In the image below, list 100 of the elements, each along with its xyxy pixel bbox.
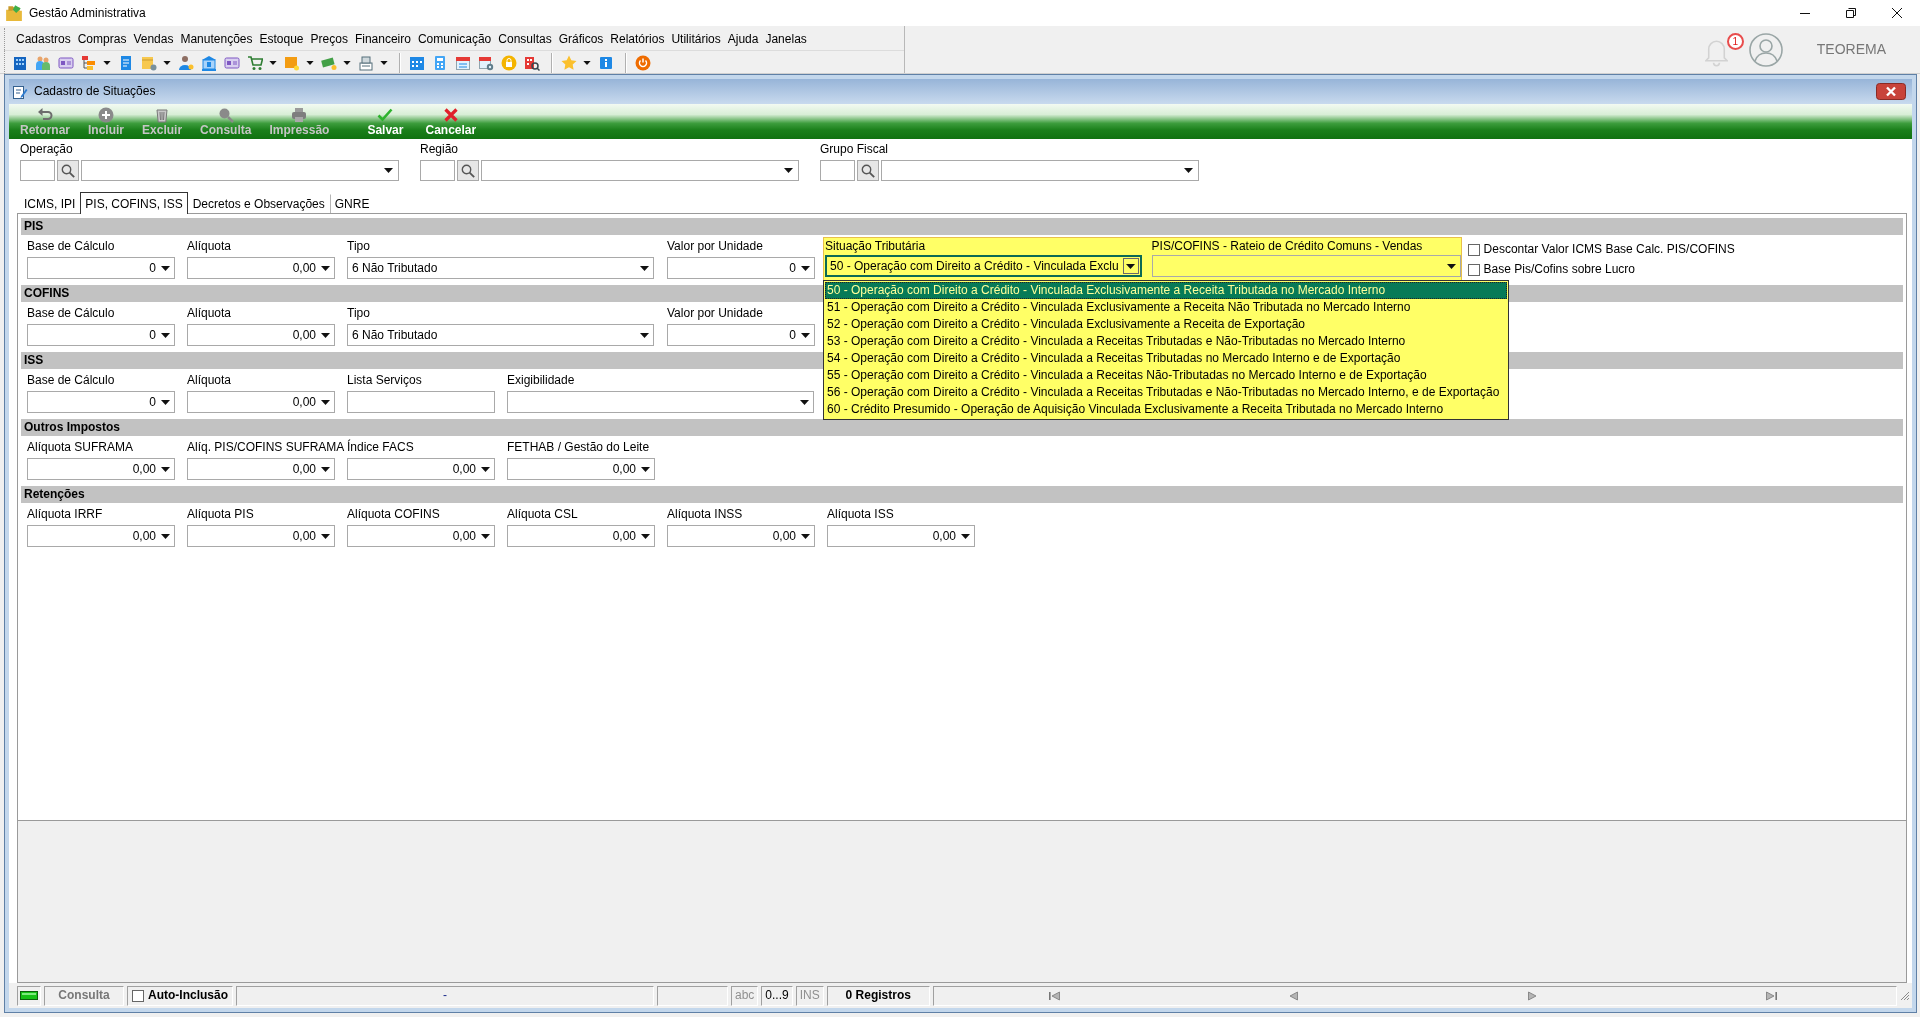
combo-box[interactable]: 50 - Operação com Direito a Crédito - Vinculada Exclu xyxy=(825,255,1142,277)
text-field[interactable] xyxy=(347,391,495,413)
menu-item[interactable]: Gráficos xyxy=(555,31,607,47)
menu-item[interactable]: Estoque xyxy=(256,31,307,47)
caret-icon[interactable] xyxy=(384,168,393,173)
number-field[interactable]: 0,00 xyxy=(667,525,815,547)
caret-icon[interactable] xyxy=(321,533,330,539)
number-field[interactable]: 0,00 xyxy=(827,525,975,547)
restore-icon[interactable] xyxy=(1846,8,1856,18)
building-icon[interactable] xyxy=(12,54,28,71)
number-field[interactable]: 0,00 xyxy=(347,458,495,480)
number-field[interactable]: 0,00 xyxy=(507,525,655,547)
caret-icon[interactable] xyxy=(163,60,171,65)
menu-item[interactable]: Manutenções xyxy=(177,31,256,47)
menu-item[interactable]: Janelas xyxy=(762,31,810,47)
number-field[interactable]: 0 xyxy=(667,324,815,346)
number-field[interactable]: 0,00 xyxy=(347,525,495,547)
caret-icon[interactable] xyxy=(801,533,810,539)
tab[interactable]: Decretos e Observações xyxy=(187,194,330,213)
code-field[interactable] xyxy=(820,160,855,181)
caret-icon[interactable] xyxy=(321,332,330,338)
number-field[interactable]: 0 xyxy=(667,257,815,279)
checkbox[interactable] xyxy=(1467,243,1480,256)
package-icon[interactable] xyxy=(141,54,157,71)
number-field[interactable]: 0,00 xyxy=(187,391,335,413)
dropdown-option[interactable]: 56 - Operação com Direito a Crédito - Vinculada a Receitas Tributadas e Não-Tributadas no Mercado Interno, e de Exportação xyxy=(825,384,1507,401)
caret-icon[interactable] xyxy=(801,332,810,338)
caret-icon[interactable] xyxy=(161,332,170,338)
number-field[interactable]: 0,00 xyxy=(27,525,175,547)
code-field[interactable] xyxy=(420,160,455,181)
caret-icon[interactable] xyxy=(380,60,388,65)
caret-icon[interactable] xyxy=(583,60,591,65)
caret-icon[interactable] xyxy=(961,533,970,539)
number-field[interactable]: 0,00 xyxy=(507,458,655,480)
menu-item[interactable]: Cadastros xyxy=(13,31,74,47)
caret-icon[interactable] xyxy=(321,399,330,405)
number-field[interactable]: 0,00 xyxy=(187,324,335,346)
number-field[interactable]: 0,00 xyxy=(187,525,335,547)
card-icon[interactable] xyxy=(58,54,74,71)
check-icon[interactable] xyxy=(377,107,394,123)
org-chart-icon[interactable] xyxy=(81,54,97,71)
menu-item[interactable]: Financeiro xyxy=(351,31,414,47)
caret-icon[interactable] xyxy=(481,533,490,539)
checkbox[interactable] xyxy=(1467,263,1480,276)
caret-icon[interactable] xyxy=(161,265,170,271)
caret-icon[interactable] xyxy=(269,60,277,65)
caret-icon[interactable] xyxy=(784,168,793,173)
calendar-icon[interactable] xyxy=(409,54,425,71)
building-search-icon[interactable] xyxy=(524,54,540,71)
skip-left-icon[interactable] xyxy=(1048,990,1060,1001)
cross-icon[interactable] xyxy=(442,107,459,123)
resize-grip-icon[interactable] xyxy=(1900,990,1910,1001)
tab[interactable]: ICMS, IPI xyxy=(19,194,81,213)
combo-box[interactable]: 6 Não Tributado xyxy=(347,324,654,346)
calculator-icon[interactable] xyxy=(432,54,448,71)
caret-icon[interactable] xyxy=(1126,263,1136,269)
caret-icon[interactable] xyxy=(641,466,650,472)
menu-item[interactable]: Ajuda xyxy=(724,31,762,47)
triangle-right-icon[interactable] xyxy=(1527,990,1537,1001)
caret-icon[interactable] xyxy=(103,60,111,65)
card-icon[interactable] xyxy=(224,54,240,71)
dropdown-option[interactable]: 55 - Operação com Direito a Crédito - Vinculada a Receitas Não-Tributadas no Mercado Interno e de Exportação xyxy=(825,367,1507,384)
menu-item[interactable]: Consultas xyxy=(495,31,555,47)
close-icon[interactable] xyxy=(1892,8,1902,18)
dropdown-option[interactable]: 51 - Operação com Direito a Crédito - Vinculada Exclusivamente a Receita Não Tributada no Mercado Interno xyxy=(825,299,1507,316)
dropdown-option[interactable]: 53 - Operação com Direito a Crédito - Vinculada a Receitas Tributadas e Não-Tributadas no Mercado Interno xyxy=(825,333,1507,350)
triangle-left-icon[interactable] xyxy=(1289,990,1299,1001)
caret-icon[interactable] xyxy=(801,265,810,271)
number-field[interactable]: 0,00 xyxy=(187,458,335,480)
caret-icon[interactable] xyxy=(1184,168,1193,173)
menu-item[interactable]: Relatórios xyxy=(607,31,668,47)
minimize-icon[interactable] xyxy=(1800,12,1810,14)
info-icon[interactable] xyxy=(598,54,614,71)
bank-icon[interactable] xyxy=(201,54,217,71)
skip-right-icon[interactable] xyxy=(1766,990,1778,1001)
caret-icon[interactable] xyxy=(343,60,351,65)
star-icon[interactable] xyxy=(561,54,577,71)
caret-icon[interactable] xyxy=(640,265,649,271)
menu-item[interactable]: Comunicação xyxy=(414,31,495,47)
number-field[interactable]: 0,00 xyxy=(27,458,175,480)
tab[interactable]: GNRE xyxy=(329,194,375,213)
menu-item[interactable]: Utilitários xyxy=(668,31,724,47)
caret-icon[interactable] xyxy=(800,399,809,405)
person-coin-icon[interactable] xyxy=(178,54,194,71)
menu-item[interactable]: Compras xyxy=(74,31,130,47)
cancel-button[interactable]: Cancelar xyxy=(416,107,486,138)
cash-register-icon[interactable] xyxy=(358,54,374,71)
combo-box[interactable]: 6 Não Tributado xyxy=(347,257,654,279)
caret-icon[interactable] xyxy=(306,60,314,65)
caret-icon[interactable] xyxy=(321,466,330,472)
save-button[interactable]: Salvar xyxy=(358,107,413,138)
checkbox[interactable] xyxy=(132,989,144,1002)
power-icon[interactable] xyxy=(635,54,651,71)
number-field[interactable]: 0 xyxy=(27,324,175,346)
calendar-icon[interactable] xyxy=(455,54,471,71)
tab[interactable]: PIS, COFINS, ISS xyxy=(80,192,188,214)
caret-icon[interactable] xyxy=(640,332,649,338)
close-icon[interactable] xyxy=(1876,83,1906,100)
menu-item[interactable]: Vendas xyxy=(130,31,177,47)
caret-icon[interactable] xyxy=(321,265,330,271)
